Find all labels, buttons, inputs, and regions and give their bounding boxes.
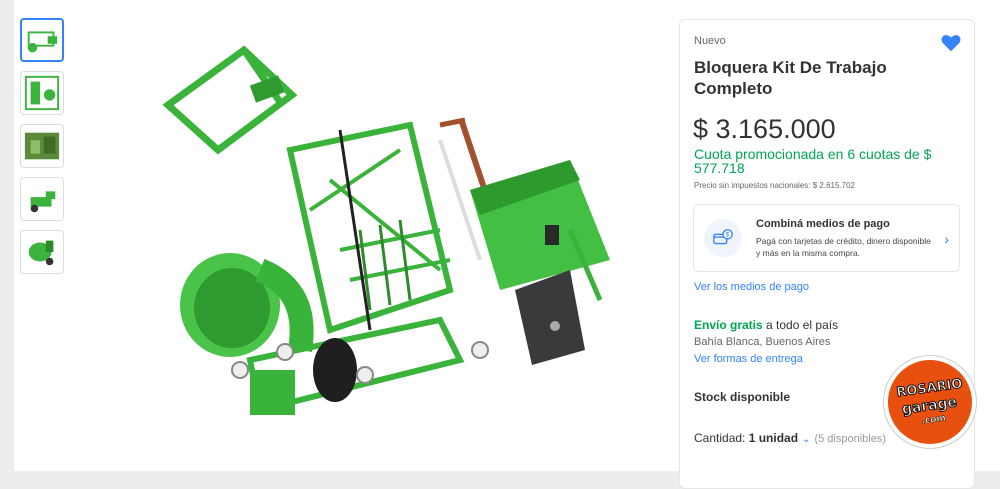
free-shipping-label: Envío gratis xyxy=(694,318,763,332)
product-title: Bloquera Kit De Trabajo Completo xyxy=(694,58,887,98)
condition-label: Nuevo xyxy=(694,35,726,47)
chevron-right-icon: › xyxy=(944,231,949,247)
product-main-image[interactable] xyxy=(140,30,660,450)
payment-card-title: Combiná medios de pago xyxy=(756,218,890,230)
payment-icon: $ xyxy=(704,219,742,257)
thumbnail-4[interactable] xyxy=(20,177,64,221)
taxes-text: Precio sin impuestos nacionales: $ 2.615… xyxy=(694,181,855,190)
installments-text: Cuota promocionada en 6 cuotas de $ 577.… xyxy=(694,146,932,176)
thumbnail-strip xyxy=(20,18,68,283)
quantity-value[interactable]: 1 unidad xyxy=(749,431,798,445)
quantity-selector[interactable]: Cantidad: 1 unidad ⌄ (5 disponibles) xyxy=(694,431,886,445)
watermark-line-3: .com xyxy=(921,413,946,426)
heart-icon[interactable] xyxy=(940,32,962,54)
shipping-info: Envío gratis a todo el país xyxy=(694,318,838,332)
thumbnail-5[interactable] xyxy=(20,230,64,274)
thumbnail-1[interactable] xyxy=(20,18,64,62)
payment-methods-link[interactable]: Ver los medios de pago xyxy=(694,281,809,293)
product-image xyxy=(162,45,610,415)
watermark-logo: ROSARIO garage .com xyxy=(884,356,976,448)
product-price: $ 3.165.000 xyxy=(693,114,836,144)
thumbnail-3[interactable] xyxy=(20,124,64,168)
payment-methods-card[interactable]: $ Combiná medios de pago Pagá con tarjet… xyxy=(693,204,960,272)
stock-label: Stock disponible xyxy=(694,390,791,404)
chevron-down-icon[interactable]: ⌄ xyxy=(802,434,810,445)
shipping-scope: a todo el país xyxy=(762,318,839,332)
delivery-options-link[interactable]: Ver formas de entrega xyxy=(694,353,803,365)
payment-card-description: Pagá con tarjetas de crédito, dinero dis… xyxy=(756,236,931,258)
quantity-label: Cantidad: xyxy=(694,431,749,445)
svg-text:$: $ xyxy=(726,232,730,239)
shipping-location: Bahía Blanca, Buenos Aires xyxy=(694,336,831,348)
available-count: (5 disponibles) xyxy=(814,433,886,445)
thumbnail-2[interactable] xyxy=(20,71,64,115)
